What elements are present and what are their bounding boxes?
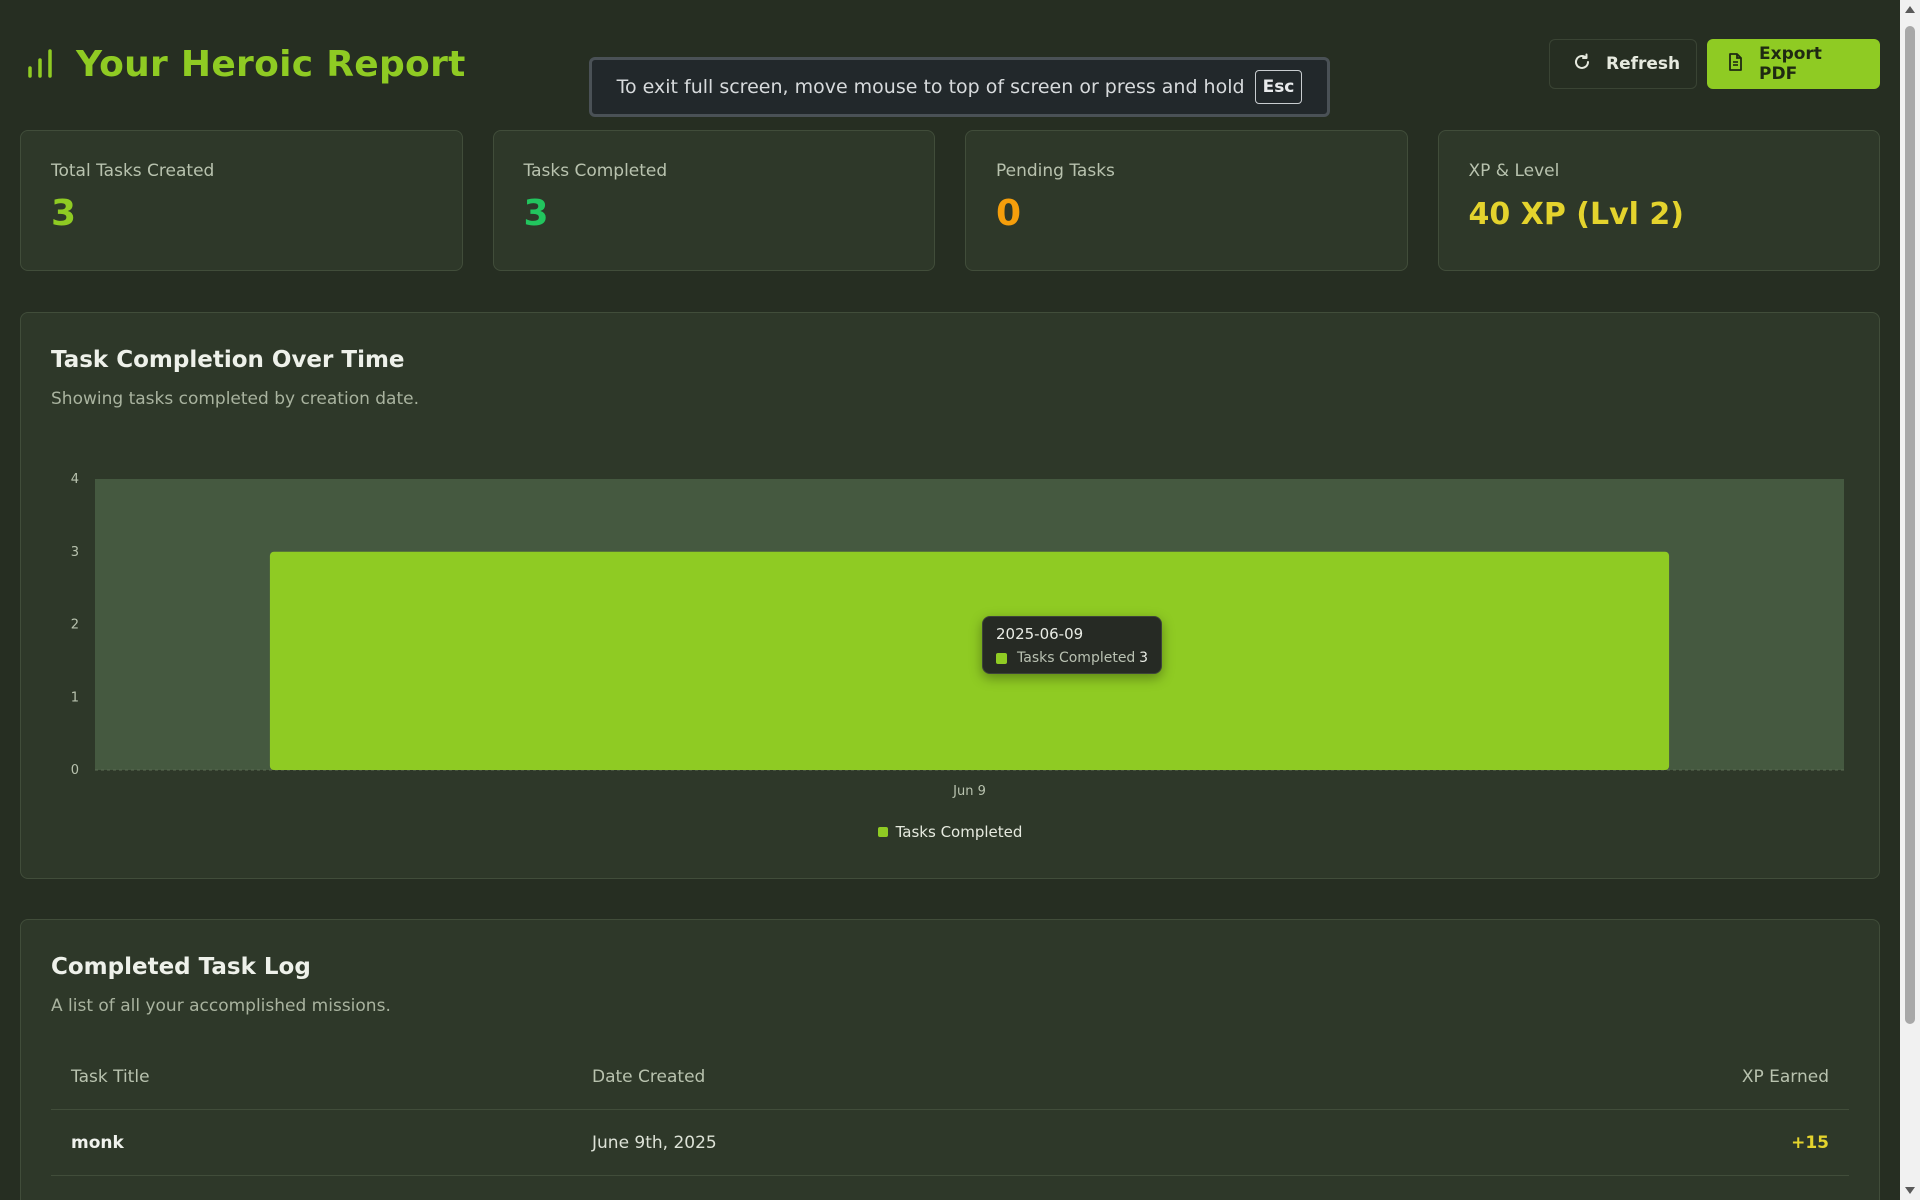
legend-label[interactable]: Tasks Completed bbox=[896, 823, 1023, 841]
scroll-down-arrow-icon[interactable] bbox=[1905, 1187, 1915, 1194]
fullscreen-notice-text: To exit full screen, move mouse to top o… bbox=[616, 76, 1245, 98]
chart-legend: Tasks Completed bbox=[21, 823, 1879, 841]
stat-label: Tasks Completed bbox=[523, 161, 668, 181]
column-header-title: Task Title bbox=[71, 1066, 150, 1087]
stat-value: 3 bbox=[51, 193, 77, 234]
y-tick-label: 4 bbox=[71, 472, 79, 487]
column-header-xp: XP Earned bbox=[1741, 1066, 1829, 1087]
stat-label: XP & Level bbox=[1468, 161, 1560, 181]
table-header: Task Title Date Created XP Earned bbox=[51, 1044, 1849, 1110]
stat-card-total-tasks: Total Tasks Created 3 bbox=[20, 130, 463, 271]
stat-label: Total Tasks Created bbox=[51, 161, 215, 181]
tooltip-swatch bbox=[996, 652, 1007, 664]
stat-card-tasks-completed: Tasks Completed 3 bbox=[492, 130, 935, 271]
legend-swatch bbox=[877, 827, 888, 837]
refresh-button[interactable]: Refresh bbox=[1549, 39, 1697, 89]
y-tick-label: 3 bbox=[71, 545, 79, 560]
task-log-table: Task Title Date Created XP Earned monk J… bbox=[51, 1044, 1849, 1176]
y-tick-label: 1 bbox=[71, 690, 79, 705]
document-icon bbox=[1725, 52, 1745, 77]
scrollbar-thumb[interactable] bbox=[1905, 26, 1915, 1024]
task-date-cell: June 9th, 2025 bbox=[592, 1132, 717, 1153]
x-tick-label: Jun 9 bbox=[952, 784, 986, 799]
y-tick-label: 0 bbox=[71, 763, 79, 778]
fullscreen-notice: To exit full screen, move mouse to top o… bbox=[589, 57, 1330, 117]
page-scrollbar[interactable] bbox=[1900, 0, 1920, 1200]
title-group: Your Heroic Report bbox=[26, 44, 466, 85]
task-title-cell: monk bbox=[71, 1132, 124, 1153]
bar bbox=[269, 551, 1670, 770]
tooltip-series: Tasks Completed bbox=[1017, 650, 1136, 666]
y-tick-label: 2 bbox=[71, 618, 79, 633]
task-log-subtitle: A list of all your accomplished missions… bbox=[51, 996, 391, 1016]
bar-chart-icon bbox=[26, 48, 54, 82]
stat-label: Pending Tasks bbox=[996, 161, 1115, 181]
stat-value: 40 XP (Lvl 2) bbox=[1468, 197, 1684, 232]
refresh-label: Refresh bbox=[1606, 54, 1681, 74]
export-label: Export PDF bbox=[1759, 44, 1822, 84]
scroll-up-arrow-icon[interactable] bbox=[1905, 6, 1915, 13]
task-log-card: Completed Task Log A list of all your ac… bbox=[20, 919, 1880, 1200]
column-header-date: Date Created bbox=[592, 1066, 706, 1087]
esc-key: Esc bbox=[1254, 70, 1303, 104]
tooltip-date: 2025-06-09 bbox=[996, 625, 1084, 643]
page-title: Your Heroic Report bbox=[76, 44, 466, 85]
stat-card-pending-tasks: Pending Tasks 0 bbox=[965, 130, 1408, 271]
refresh-icon bbox=[1572, 52, 1592, 77]
tooltip-row: Tasks Completed 3 bbox=[996, 650, 1148, 666]
stat-value: 3 bbox=[523, 193, 549, 234]
task-completion-chart: 0 1 2 3 4 Jun 9 bbox=[71, 472, 1844, 799]
stats-row: Total Tasks Created 3 Tasks Completed 3 … bbox=[20, 130, 1880, 271]
stat-card-xp-level: XP & Level 40 XP (Lvl 2) bbox=[1437, 130, 1880, 271]
task-xp-cell: +15 bbox=[1791, 1132, 1829, 1153]
chart-tooltip: 2025-06-09 Tasks Completed 3 bbox=[982, 616, 1162, 674]
header-actions: Refresh Export PDF bbox=[1549, 39, 1880, 89]
task-log-title: Completed Task Log bbox=[51, 954, 311, 980]
tooltip-value: 3 bbox=[1139, 650, 1148, 666]
report-page: Your Heroic Report Refresh Export PDF To… bbox=[0, 0, 1900, 1200]
export-pdf-button[interactable]: Export PDF bbox=[1707, 39, 1880, 89]
table-row[interactable]: monk June 9th, 2025 +15 bbox=[51, 1110, 1849, 1176]
chart-card: Task Completion Over Time Showing tasks … bbox=[20, 312, 1880, 879]
stat-value: 0 bbox=[996, 193, 1022, 234]
